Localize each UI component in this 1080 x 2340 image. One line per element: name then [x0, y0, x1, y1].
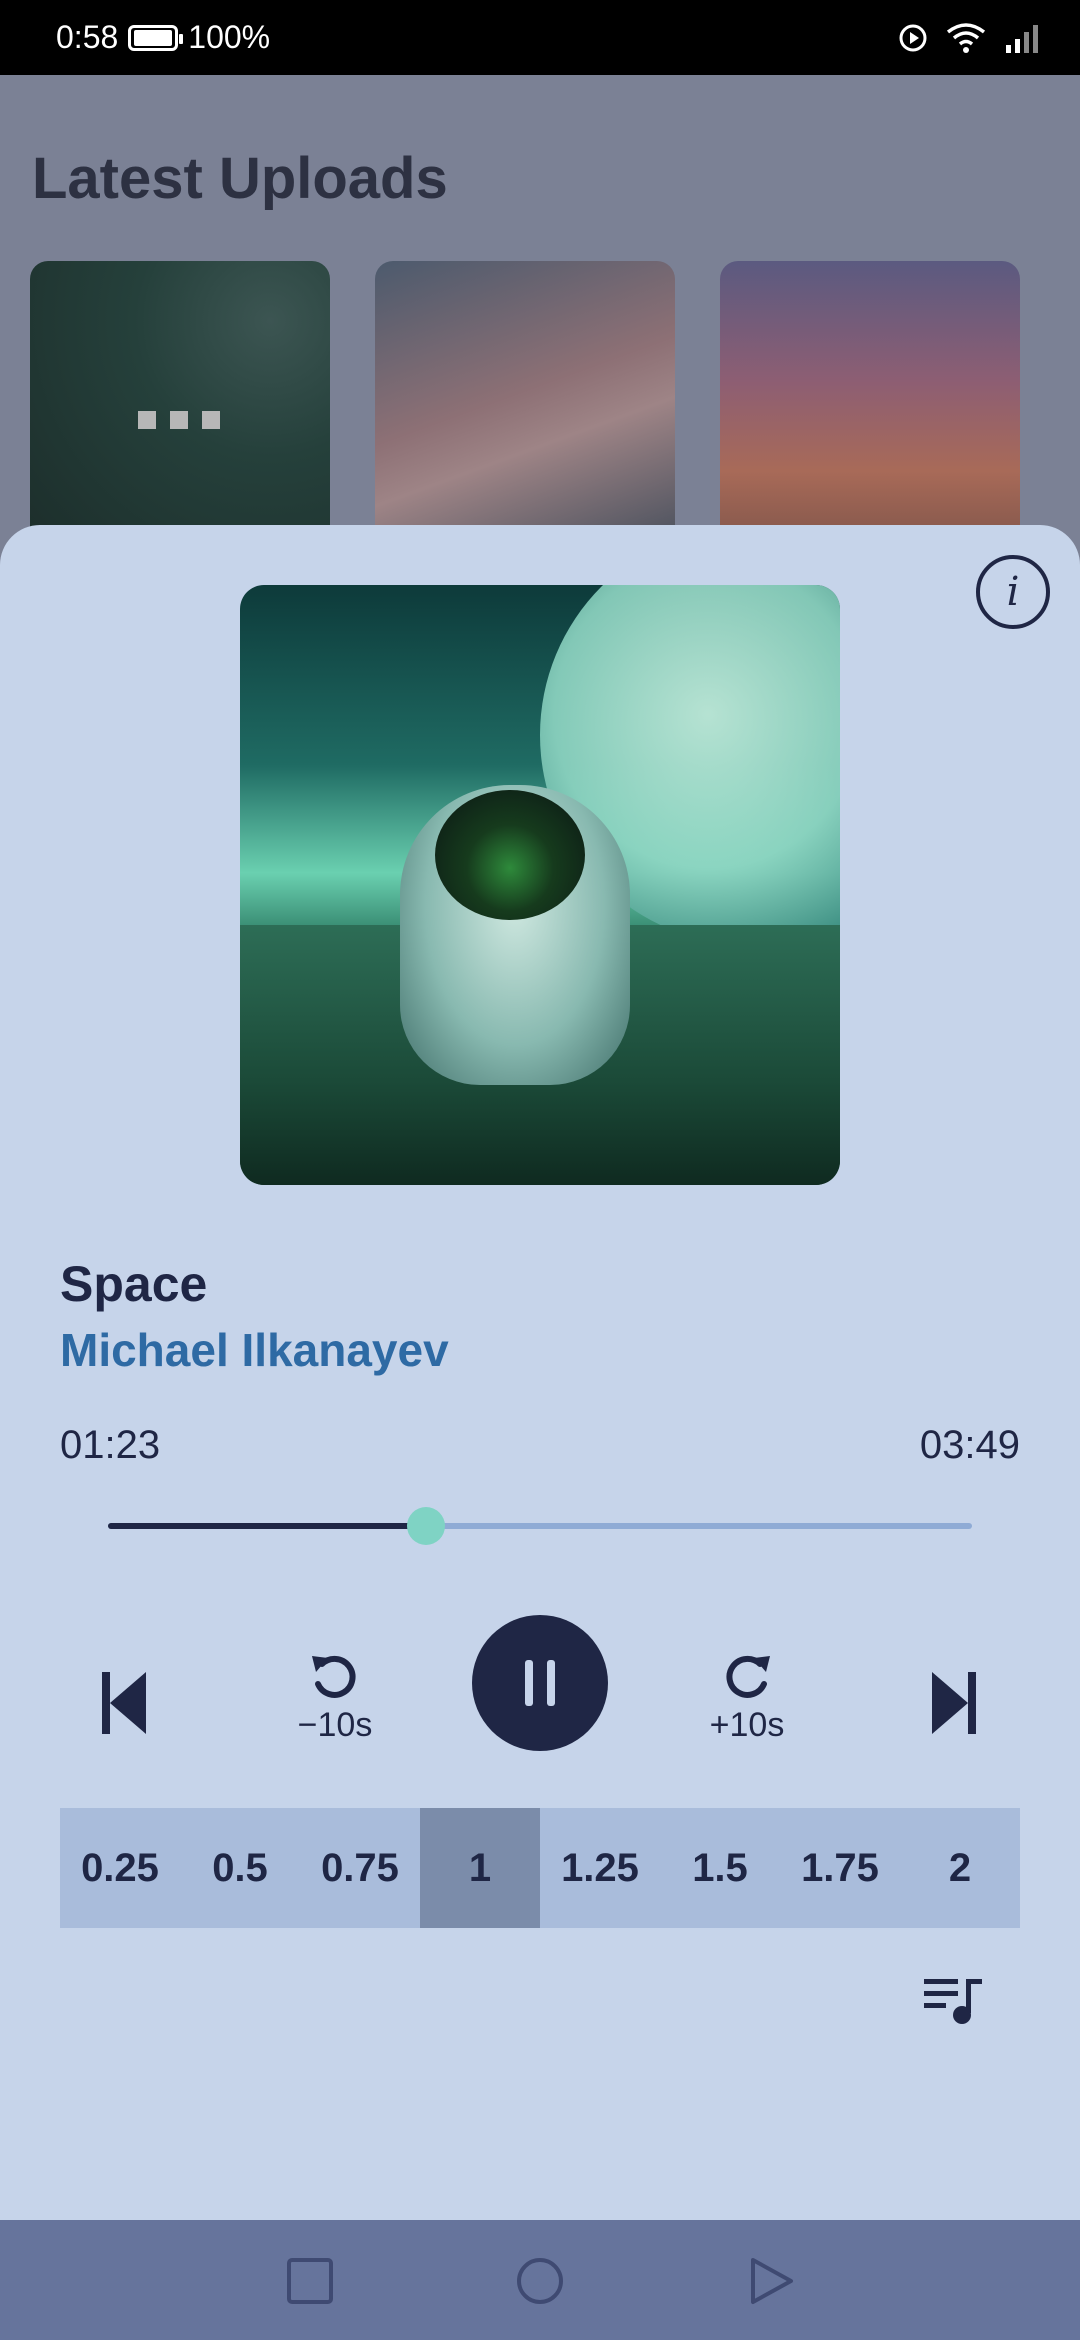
rewind-button[interactable]: −10s — [290, 1650, 380, 1745]
section-title: Latest Uploads — [32, 146, 448, 211]
skip-next-icon — [932, 1672, 976, 1734]
upload-thumbnail[interactable] — [375, 261, 675, 561]
playback-speed-selector: 0.25 0.5 0.75 1 1.25 1.5 1.75 2 — [60, 1808, 1020, 1928]
forward-button[interactable]: +10s — [702, 1650, 792, 1745]
seek-bar[interactable] — [108, 1507, 972, 1545]
previous-button[interactable] — [100, 1670, 148, 1736]
navigation-bar — [0, 2220, 1080, 2340]
info-button[interactable]: i — [976, 555, 1050, 629]
skip-previous-icon — [102, 1672, 146, 1734]
pause-button[interactable] — [472, 1615, 608, 1751]
playback-controls: −10s +10s — [0, 1615, 1080, 1775]
media-playing-icon — [899, 24, 927, 51]
status-time: 0:58 — [56, 19, 119, 55]
battery-percent: 100% — [188, 19, 271, 55]
wifi-icon — [946, 22, 986, 53]
current-time: 01:23 — [60, 1423, 161, 1467]
player-sheet: i Space Michael Ilkanayev 01:23 03:49 −1… — [0, 525, 1080, 2220]
speed-option[interactable]: 1 — [420, 1808, 540, 1928]
battery-icon — [128, 24, 184, 51]
back-icon[interactable] — [745, 2256, 795, 2306]
upload-thumbnail[interactable] — [30, 261, 330, 561]
rewind-icon — [312, 1655, 356, 1698]
album-cover — [240, 585, 840, 1185]
artist-name[interactable]: Michael Ilkanayev — [60, 1323, 449, 1377]
recent-apps-icon[interactable] — [285, 2256, 335, 2306]
seek-thumb[interactable] — [406, 1507, 445, 1545]
speed-option[interactable]: 1.25 — [540, 1808, 660, 1928]
song-title: Space — [60, 1256, 208, 1312]
total-time: 03:49 — [919, 1423, 1020, 1467]
queue-button[interactable] — [922, 1975, 986, 2027]
speed-option[interactable]: 1.75 — [780, 1808, 900, 1928]
seek-progress — [108, 1523, 426, 1529]
loading-dots-icon — [138, 411, 220, 429]
speed-option[interactable]: 0.5 — [180, 1808, 300, 1928]
fast-forward-icon — [726, 1655, 770, 1698]
home-icon[interactable] — [515, 2256, 565, 2306]
speed-option[interactable]: 1.5 — [660, 1808, 780, 1928]
status-bar: 0:58 100% — [0, 0, 1080, 75]
forward-label: +10s — [709, 1706, 785, 1744]
speed-option[interactable]: 0.25 — [60, 1808, 180, 1928]
info-icon: i — [1006, 569, 1020, 615]
signal-icon — [1006, 24, 1038, 53]
upload-thumbnail[interactable] — [720, 261, 1020, 561]
speed-option[interactable]: 0.75 — [300, 1808, 420, 1928]
pause-icon — [525, 1660, 533, 1706]
rewind-label: −10s — [297, 1706, 373, 1744]
next-button[interactable] — [930, 1670, 978, 1736]
queue-music-icon — [924, 1979, 982, 2024]
speed-option[interactable]: 2 — [900, 1808, 1020, 1928]
